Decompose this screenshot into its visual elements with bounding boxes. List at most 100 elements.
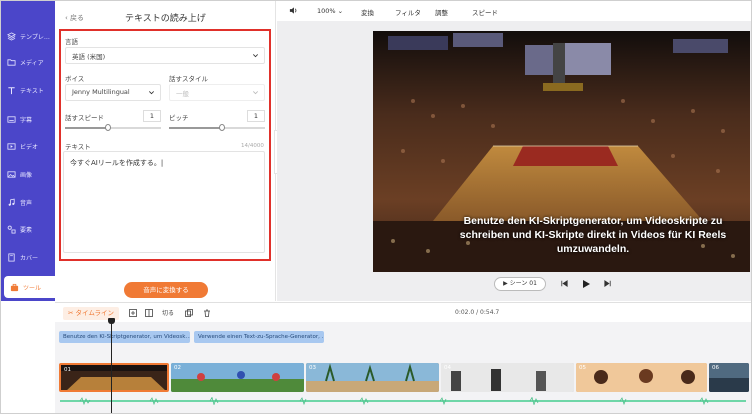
video-clip[interactable]: 06	[709, 363, 749, 392]
volume-icon[interactable]	[289, 6, 298, 17]
cover-icon	[7, 252, 16, 262]
text-label: テキスト	[65, 143, 91, 151]
playhead-handle[interactable]	[108, 318, 115, 324]
pitch-slider[interactable]	[169, 124, 265, 131]
speech-text-value: 今すぐAIリールを作成する。	[70, 159, 161, 167]
timeline-header: ✂ タイムライン 切る 0:02.0 / 0:54.7	[55, 302, 751, 322]
nav-item-elements[interactable]: 要素	[1, 218, 55, 240]
nav-item-cover[interactable]: カバー	[1, 246, 55, 268]
filter-button[interactable]: フィルタ	[395, 7, 421, 17]
left-nav: テンプレ… メディア テキスト 字幕 ビデオ 画像 音声 要素 カバー ツール	[1, 1, 55, 301]
speech-text-input[interactable]: 今すぐAIリールを作成する。|	[63, 151, 265, 253]
nav-item-tools[interactable]: ツール	[4, 276, 55, 298]
nav-item-label: ツール	[23, 284, 42, 292]
clip-thumbnail	[441, 363, 574, 392]
next-icon[interactable]	[603, 279, 613, 289]
scene-label: シーン 01	[509, 280, 537, 287]
adjust-button[interactable]: 調整	[435, 7, 448, 17]
convert-to-speech-button[interactable]: 音声に変換する	[124, 282, 208, 298]
nav-item-text[interactable]: テキスト	[1, 79, 55, 101]
timeline-time: 0:02.0 / 0:54.7	[455, 309, 500, 316]
clip-number: 03	[309, 365, 316, 371]
speed-slider[interactable]	[65, 124, 161, 131]
nav-item-audio[interactable]: 音声	[1, 191, 55, 213]
clip-thumbnail	[171, 363, 304, 392]
language-value: 英語 (米国)	[72, 53, 106, 61]
video-caption[interactable]: Benutze den KI-Skriptgenerator, um Video…	[448, 214, 738, 256]
chevron-down-icon	[252, 89, 259, 96]
video-clip[interactable]: 03	[306, 363, 439, 392]
pitch-input[interactable]: 1	[247, 110, 265, 122]
speed-button[interactable]: スピード	[472, 7, 498, 17]
nav-item-label: カバー	[20, 254, 39, 262]
nav-item-images[interactable]: 画像	[1, 163, 55, 185]
transform-button[interactable]: 変換	[361, 7, 374, 17]
voice-value: Jenny Multilingual	[72, 88, 130, 96]
audio-waveform[interactable]	[60, 397, 746, 405]
play-icon[interactable]	[581, 279, 591, 289]
delete-icon[interactable]	[203, 309, 211, 317]
split-label: 切る	[162, 310, 175, 317]
pitch-slider-fill	[169, 127, 222, 129]
timeline-label: タイムライン	[75, 309, 115, 317]
toolbox-icon	[10, 283, 19, 292]
zoom-select[interactable]: 100% ⌄	[317, 7, 343, 15]
nav-item-label: テンプレ…	[20, 33, 50, 41]
layers-icon	[7, 31, 16, 41]
text-clip[interactable]: Benutze den KI-Skriptgenerator, um Video…	[59, 331, 190, 343]
video-clip[interactable]: 01	[59, 363, 169, 392]
clip-number: 02	[174, 365, 181, 371]
text-to-speech-panel: ‹ 戻る テキストの読み上げ 言語 英語 (米国) ボイス Jenny Mult…	[55, 1, 276, 301]
split-button[interactable]: 切る	[162, 308, 174, 317]
video-preview[interactable]: Benutze den KI-Skriptgenerator, um Video…	[373, 31, 750, 272]
nav-item-templates[interactable]: テンプレ…	[1, 25, 55, 47]
nav-item-label: 画像	[20, 171, 33, 179]
character-counter: 14/4000	[241, 143, 264, 149]
video-clip[interactable]: 04	[441, 363, 574, 392]
nav-item-label: 要素	[20, 226, 33, 234]
speed-label: 話すスピード	[65, 114, 104, 122]
elements-icon	[7, 225, 16, 234]
clip-thumbnail	[61, 365, 167, 390]
caption-icon	[7, 115, 16, 124]
folder-icon	[7, 58, 16, 67]
speed-slider-fill	[65, 127, 109, 129]
pitch-slider-handle[interactable]	[218, 124, 225, 131]
clip-thumbnail	[306, 363, 439, 392]
duplicate-icon[interactable]	[185, 309, 193, 317]
nav-item-label: メディア	[20, 59, 44, 67]
language-label: 言語	[65, 38, 78, 46]
nav-item-media[interactable]: メディア	[1, 51, 55, 73]
pitch-label: ピッチ	[169, 114, 189, 122]
text-clip[interactable]: Verwende einen Text-zu-Sprache-Generator…	[194, 331, 324, 343]
text-icon	[7, 86, 16, 95]
previous-icon[interactable]	[560, 279, 570, 289]
image-icon	[7, 170, 16, 179]
top-toolbar: 100% ⌄ 変換 フィルタ 調整 スピード	[277, 1, 751, 21]
style-select[interactable]: 一般	[169, 84, 265, 101]
add-icon[interactable]	[129, 309, 137, 317]
layout-icon[interactable]	[145, 309, 153, 317]
zoom-value: 100%	[317, 7, 336, 15]
back-button[interactable]: ‹ 戻る	[65, 13, 84, 23]
chevron-down-icon	[148, 89, 155, 96]
clip-thumbnail	[576, 363, 707, 392]
voice-select[interactable]: Jenny Multilingual	[65, 84, 161, 101]
nav-item-video[interactable]: ビデオ	[1, 135, 55, 157]
nav-item-label: ビデオ	[20, 143, 39, 151]
playhead[interactable]	[111, 319, 112, 413]
speed-input[interactable]: 1	[143, 110, 161, 122]
nav-item-label: テキスト	[20, 87, 44, 95]
clip-number: 06	[712, 365, 719, 371]
scene-selector[interactable]: ▶ シーン 01	[494, 277, 546, 291]
nav-item-captions[interactable]: 字幕	[1, 108, 55, 130]
music-icon	[7, 198, 16, 207]
clip-number: 01	[64, 367, 71, 373]
video-clip[interactable]: 02	[171, 363, 304, 392]
clip-number: 04	[444, 365, 451, 371]
nav-item-label: 音声	[20, 199, 33, 207]
chevron-down-icon	[252, 52, 259, 59]
video-clip[interactable]: 05	[576, 363, 707, 392]
nav-item-label: 字幕	[20, 116, 33, 124]
language-select[interactable]: 英語 (米国)	[65, 47, 265, 64]
